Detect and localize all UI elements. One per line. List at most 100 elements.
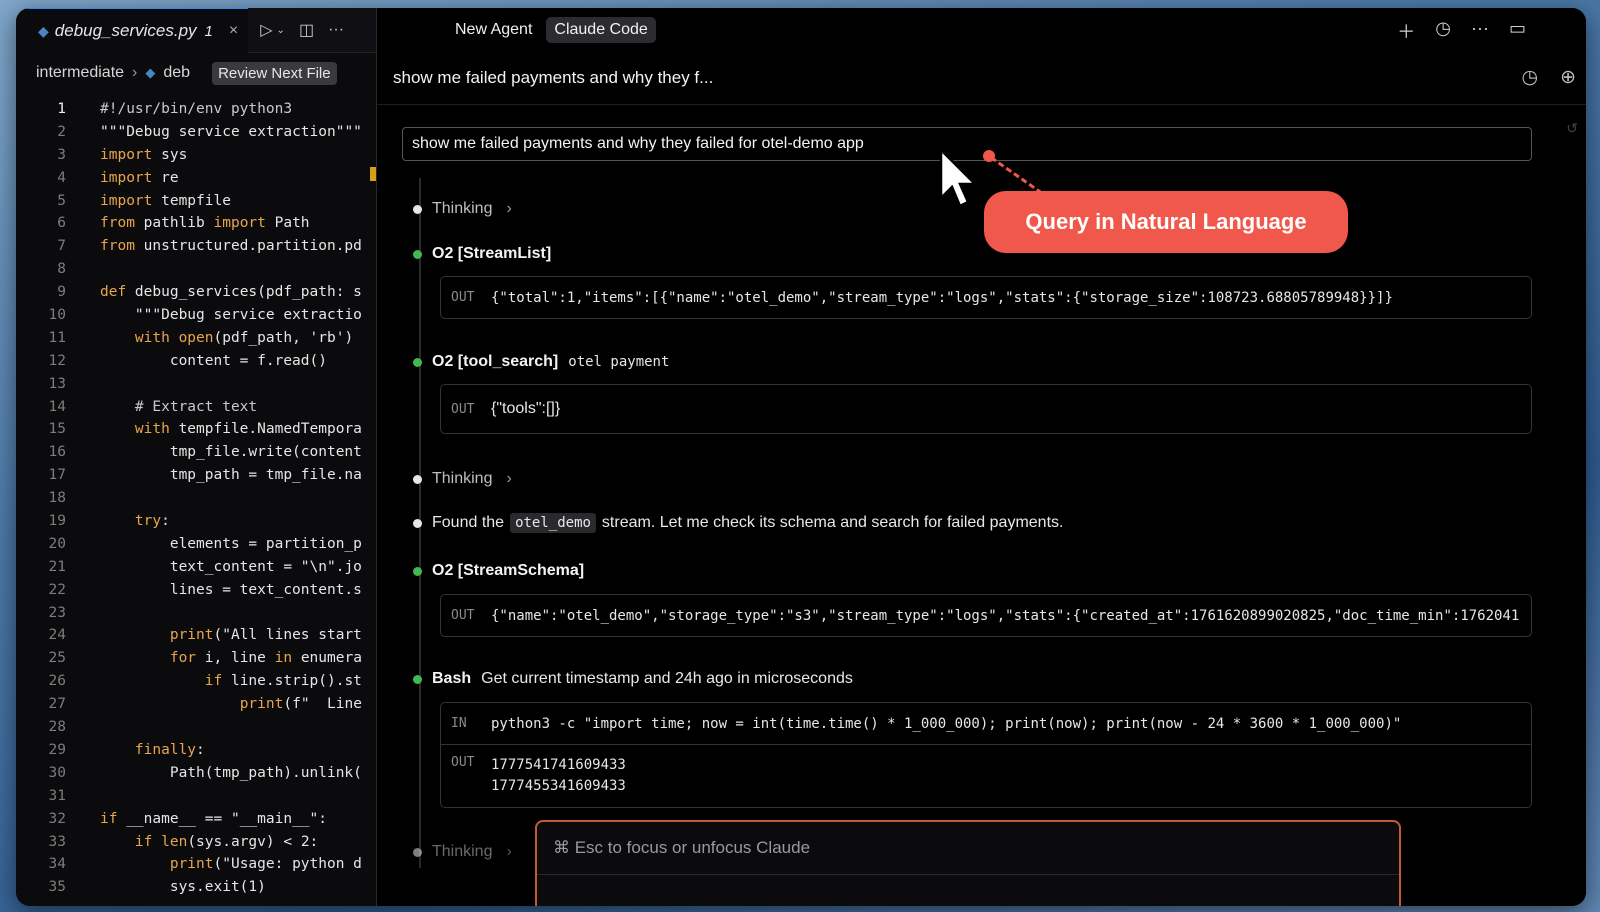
tool-step: O2 [tool_search] otel payment	[413, 353, 669, 371]
review-next-file-button[interactable]: Review Next File	[212, 61, 337, 85]
code-line: 35 sys.exit(1)	[16, 876, 376, 899]
history-icon[interactable]: ◷	[1521, 66, 1538, 89]
prompt-input[interactable]: ⌘ Esc to focus or unfocus Claude	[535, 820, 1401, 906]
code-text: try:	[134, 513, 170, 530]
tool-title: Bash	[432, 670, 472, 687]
line-number: 13	[48, 375, 66, 392]
step-dot	[413, 249, 422, 259]
line-number: 2	[57, 123, 66, 140]
line-number: 10	[48, 307, 66, 324]
line-number: 3	[57, 146, 66, 163]
python-file-icon: ◆	[38, 22, 49, 39]
code-line: 3 import sys	[16, 144, 376, 167]
code-text: import sys	[100, 146, 188, 163]
code-text: for i, line in enumera	[169, 650, 362, 667]
code-text: import tempfile	[100, 192, 231, 209]
mouse-cursor-icon	[939, 148, 977, 208]
code-line: 10 """Debug service extractio	[16, 304, 376, 327]
editor-toolbar: ▷ ⌄ ◫ ···	[260, 20, 344, 40]
code-text: """Debug service extractio	[134, 307, 362, 324]
line-number: 32	[48, 810, 66, 827]
code-text: tmp_path = tmp_file.na	[100, 467, 362, 484]
breadcrumb: intermediate › ◆ deb Review Next File	[16, 53, 376, 93]
out-tag: OUT	[451, 608, 475, 623]
step-dot	[413, 566, 422, 576]
plus-icon[interactable]: ＋	[1397, 18, 1415, 44]
code-text: if line.strip().st	[204, 673, 362, 690]
breadcrumb-folder[interactable]: intermediate	[36, 64, 124, 82]
chevron-down-icon[interactable]: ⌄	[277, 25, 285, 36]
code-text: # Extract text	[100, 398, 258, 415]
assistant-message: Found the otel_demo stream. Let me check…	[413, 513, 1063, 533]
code-line: 26 if line.strip().st	[16, 670, 376, 693]
tool-description: Get current timestamp and 24h ago in mic…	[481, 670, 853, 687]
conversation-header: show me failed payments and why they f..…	[377, 52, 1586, 105]
tab-new-agent[interactable]: New Agent	[455, 21, 532, 39]
code-text: if len(sys.argv) < 2:	[134, 833, 319, 850]
code-text: with tempfile.NamedTempora	[134, 421, 362, 438]
thinking-step[interactable]: Thinking ›	[413, 200, 512, 218]
divider	[537, 874, 1399, 875]
code-text: text_content = "\n".jo	[100, 558, 362, 575]
code-line: 4 import re	[16, 167, 376, 190]
code-line: 18	[16, 487, 376, 510]
problem-count-badge: 1	[204, 22, 213, 40]
tool-output-box: OUT {"total":1,"items":[{"name":"otel_de…	[440, 276, 1532, 319]
tab-claude-code[interactable]: Claude Code	[546, 17, 656, 43]
out-tag: OUT	[451, 290, 475, 305]
bash-output-line: 1777455341609433	[491, 778, 626, 794]
app-window: ◆ debug_services.py 1 × ▷ ⌄ ◫ ··· interm…	[16, 8, 1586, 906]
line-number: 12	[48, 352, 66, 369]
editor-tab[interactable]: ◆ debug_services.py 1 ×	[16, 8, 249, 53]
code-line: 9 def debug_services(pdf_path: s	[16, 281, 376, 304]
bash-output: 1777541741609433 1777455341609433	[491, 755, 626, 797]
tool-output-box: OUT {"tools":[]}	[440, 384, 1532, 434]
line-number: 16	[48, 444, 66, 461]
more-icon[interactable]: ···	[1471, 18, 1489, 44]
step-dot	[413, 474, 422, 484]
breadcrumb-file[interactable]: deb	[163, 64, 190, 82]
tool-title: O2 [tool_search]	[432, 353, 559, 370]
code-text: #!/usr/bin/env python3	[100, 101, 293, 117]
scroll-icon[interactable]: ↺	[1566, 120, 1578, 137]
code-area[interactable]: 1 #!/usr/bin/env python3 2 """Debug service…	[16, 98, 376, 906]
more-icon[interactable]: ···	[328, 21, 344, 39]
tool-step: O2 [StreamSchema]	[413, 562, 584, 580]
code-text: def debug_services(pdf_path: s	[100, 284, 362, 301]
thinking-step[interactable]: Thinking ›	[413, 470, 512, 488]
message-text: Found the	[432, 514, 505, 531]
tool-title: O2 [StreamList]	[432, 245, 552, 262]
code-line: 12 content = f.read()	[16, 350, 376, 373]
split-editor-icon[interactable]: ◫	[299, 20, 314, 40]
chevron-right-icon: ›	[506, 200, 512, 217]
new-chat-icon[interactable]: ⊕	[1560, 66, 1576, 89]
line-number: 8	[57, 261, 66, 278]
run-icon[interactable]: ▷	[260, 20, 272, 40]
modified-gutter-marker	[370, 167, 376, 181]
line-number: 14	[48, 398, 66, 415]
code-text: sys.exit(1)	[100, 879, 266, 896]
step-dot	[413, 204, 422, 214]
code-line: 34 print("Usage: python d	[16, 853, 376, 876]
code-text: content = f.read()	[100, 352, 327, 369]
line-number: 28	[48, 719, 66, 736]
code-line: 33 if len(sys.argv) < 2:	[16, 831, 376, 854]
line-number: 24	[48, 627, 66, 644]
close-tab-icon[interactable]: ×	[229, 22, 238, 40]
line-number: 26	[48, 673, 66, 690]
code-line: 32 if __name__ == "__main__":	[16, 808, 376, 831]
code-line: 17 tmp_path = tmp_file.na	[16, 464, 376, 487]
sidebar-toggle-icon[interactable]: ▭	[1509, 18, 1526, 44]
thinking-step[interactable]: Thinking ›	[413, 843, 512, 861]
code-line: 6 from pathlib import Path	[16, 212, 376, 235]
history-icon[interactable]: ◷	[1435, 18, 1451, 44]
code-text: print("All lines start	[169, 627, 362, 644]
code-line: 16 tmp_file.write(content	[16, 441, 376, 464]
code-text: """Debug service extraction"""	[100, 123, 362, 140]
inline-code: otel_demo	[510, 513, 596, 533]
code-text: from unstructured.partition.pd	[100, 238, 362, 255]
code-text: print(f" Line	[239, 696, 362, 713]
code-line: 21 text_content = "\n".jo	[16, 556, 376, 579]
tool-output: {"total":1,"items":[{"name":"otel_demo",…	[491, 289, 1393, 306]
tool-title: O2 [StreamSchema]	[432, 562, 585, 579]
